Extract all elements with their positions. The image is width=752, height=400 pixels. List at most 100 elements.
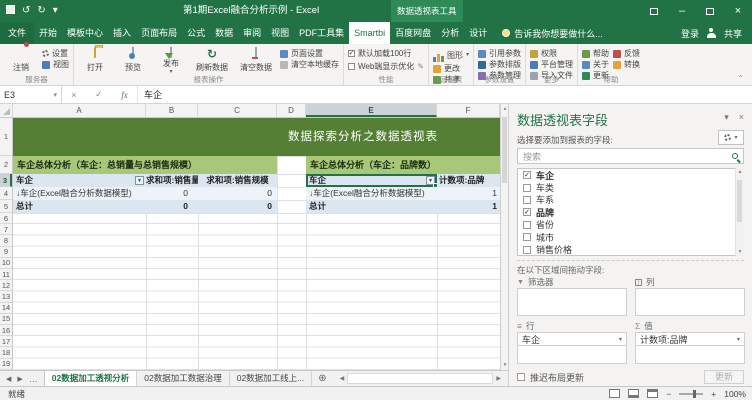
checkbox-unchecked-icon[interactable] <box>523 233 531 241</box>
web-optimize-checkbox[interactable]: Web端显示优化✎ <box>348 62 424 71</box>
row-header-6[interactable]: 6 <box>0 213 12 224</box>
filter-icon[interactable]: ▼ <box>426 176 435 185</box>
checkbox-checked-icon[interactable]: ✓ <box>523 171 531 179</box>
sheet-next-icon[interactable]: ▶ <box>17 375 22 383</box>
field-options-button[interactable]: ▾ <box>718 130 744 145</box>
rows-area-item[interactable]: 车企 ▾ <box>517 332 627 346</box>
filters-area-box[interactable] <box>517 288 627 316</box>
horizontal-scroll-track[interactable] <box>347 373 493 384</box>
minimize-icon[interactable]: – <box>668 0 696 22</box>
checkbox-unchecked-icon[interactable] <box>523 221 531 229</box>
signin-button[interactable]: 登录 <box>681 27 699 40</box>
pivot-left-header-车企[interactable]: 车企 ▼ <box>13 174 146 187</box>
row-header-10[interactable]: 10 <box>0 258 12 269</box>
column-header-D[interactable]: D <box>277 104 306 117</box>
normal-view-icon[interactable] <box>609 389 620 398</box>
pivot-left-header-销售量[interactable]: 求和项:销售量 <box>146 174 198 187</box>
refresh-data-button[interactable]: ↻刷新数据 <box>192 46 232 75</box>
field-item-省份[interactable]: 省份 <box>518 219 743 231</box>
row-header-17[interactable]: 17 <box>0 336 12 347</box>
field-item-车企[interactable]: ✓车企 <box>518 169 743 181</box>
row-header-11[interactable]: 11 <box>0 269 12 280</box>
share-button[interactable]: 共享 <box>724 27 742 40</box>
update-button[interactable]: 更新 <box>704 370 744 384</box>
row-header-2[interactable]: 2 <box>0 156 12 174</box>
ribbon-tab-页面布局[interactable]: 页面布局 <box>136 22 182 44</box>
column-header-C[interactable]: C <box>198 104 277 117</box>
feedback-button[interactable]: 反馈 <box>613 49 640 58</box>
ribbon-tab-file[interactable]: 文件 <box>0 22 34 44</box>
row-header-3[interactable]: 3 <box>0 174 12 187</box>
checkbox-checked-icon[interactable]: ✓ <box>523 208 531 216</box>
pivot-right-total-value[interactable]: 1 <box>437 200 500 213</box>
tell-me-box[interactable]: 告诉我你想要做什么... <box>502 22 603 44</box>
field-item-品牌[interactable]: ✓品牌 <box>518 206 743 218</box>
enter-icon[interactable]: ✓ <box>95 89 103 100</box>
defer-layout-checkbox[interactable] <box>517 373 525 381</box>
scroll-down-icon[interactable]: ▼ <box>736 249 744 255</box>
formula-input[interactable]: 车企 <box>138 86 752 103</box>
pivot-right-header-车企[interactable]: 车企 ▼ <box>306 174 437 187</box>
pane-close-icon[interactable]: × <box>739 112 744 123</box>
pivot-right-header-品牌[interactable]: 计数项:品牌 <box>437 174 500 187</box>
page-setup-button[interactable]: 页面设置 <box>280 49 339 58</box>
checkbox-unchecked-icon[interactable] <box>523 184 531 192</box>
zoom-slider[interactable] <box>679 393 703 395</box>
pivot-left-total-label[interactable]: 总计 <box>13 200 146 213</box>
field-list-scrollbar[interactable]: ▲ ▼ <box>735 168 744 256</box>
row-header-19[interactable]: 19 <box>0 359 12 370</box>
load-100-checkbox[interactable]: ✓默认加载100行 <box>348 49 424 58</box>
sheet-tab-02数据加工数据治理[interactable]: 02数据加工数据治理 <box>137 371 229 386</box>
preview-button[interactable]: 预览 <box>116 46 150 75</box>
row-header-12[interactable]: 12 <box>0 280 12 291</box>
ribbon-tab-分析[interactable]: 分析 <box>436 22 464 44</box>
sheet-more-icon[interactable]: … <box>29 374 38 384</box>
row-header-14[interactable]: 14 <box>0 303 12 314</box>
pivot-left-row-label[interactable]: ↓车企(Excel融合分析数据模型) <box>13 187 146 200</box>
convert-button[interactable]: 转换 <box>613 60 640 69</box>
save-icon[interactable] <box>6 5 15 17</box>
row-header-15[interactable]: 15 <box>0 314 12 325</box>
ribbon-tab-开始[interactable]: 开始 <box>34 22 62 44</box>
platform-manage-button[interactable]: 平台管理 <box>530 60 573 69</box>
select-all-corner[interactable] <box>0 104 13 117</box>
pivot-left-value[interactable]: 0 <box>146 187 198 200</box>
pivot-right-value[interactable]: 1 <box>437 187 500 200</box>
close-icon[interactable]: × <box>724 0 752 22</box>
qat-customize-icon[interactable]: ▾ <box>53 6 58 16</box>
field-search-input[interactable]: 搜索 <box>517 148 744 164</box>
pane-options-chevron-icon[interactable]: ▾ <box>724 112 729 123</box>
right-section-title[interactable]: 车企总体分析（车企：品牌数） <box>306 156 500 174</box>
row-header-4[interactable]: 4 <box>0 187 12 200</box>
report-banner[interactable]: 数据探索分析之数据透视表 <box>13 118 500 156</box>
checkbox-unchecked-icon[interactable] <box>523 246 531 254</box>
columns-area-box[interactable] <box>635 288 745 316</box>
ribbon-tab-数据[interactable]: 数据 <box>210 22 238 44</box>
row-header-8[interactable]: 8 <box>0 235 12 246</box>
restore-icon[interactable] <box>696 0 724 22</box>
checkbox-unchecked-icon[interactable] <box>523 196 531 204</box>
ribbon-tab-PDF工具集[interactable]: PDF工具集 <box>294 22 349 44</box>
ref-params-button[interactable]: 引用参数 <box>478 49 521 58</box>
filter-icon[interactable]: ▼ <box>135 176 144 185</box>
param-layout-button[interactable]: 参数排版 <box>478 60 521 69</box>
column-header-A[interactable]: A <box>13 104 146 117</box>
scroll-up-icon[interactable]: ▲ <box>736 169 744 175</box>
row-header-13[interactable]: 13 <box>0 291 12 302</box>
pivot-left-value[interactable]: 0 <box>198 187 277 200</box>
new-sheet-icon[interactable]: ⊕ <box>312 371 332 386</box>
ribbon-display-options-icon[interactable] <box>640 0 668 22</box>
column-header-F[interactable]: F <box>437 104 500 117</box>
field-item-车系[interactable]: 车系 <box>518 194 743 206</box>
ribbon-tab-百度网盘[interactable]: 百度网盘 <box>390 22 436 44</box>
left-section-title[interactable]: 车企总体分析（车企：总销量与总销售规模） <box>13 156 277 174</box>
sheet-tab-02数据加工透视分析[interactable]: 02数据加工透视分析 <box>44 371 137 386</box>
pivot-left-total-value[interactable]: 0 <box>198 200 277 213</box>
ribbon-tab-设计[interactable]: 设计 <box>464 22 492 44</box>
ribbon-tab-插入[interactable]: 插入 <box>108 22 136 44</box>
cancel-icon[interactable]: × <box>71 90 76 100</box>
zoom-slider-thumb[interactable] <box>693 390 696 398</box>
settings-button[interactable]: 设置 <box>42 49 69 58</box>
view-button[interactable]: 视图 <box>42 60 69 69</box>
clear-cache-button[interactable]: 清空本地缓存 <box>280 60 339 69</box>
